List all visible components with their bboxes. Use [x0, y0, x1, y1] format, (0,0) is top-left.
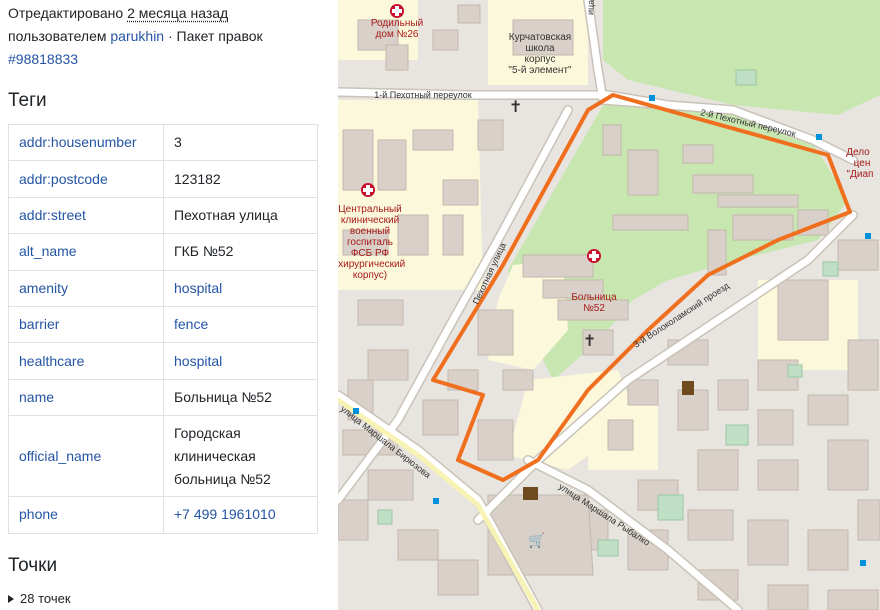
right-edge-label-2: цен [854, 158, 871, 169]
table-row: alt_name ГКБ №52 [8, 233, 318, 271]
police-icon [682, 381, 694, 395]
hospital-label-1: Больница [571, 292, 617, 303]
tag-key[interactable]: name [8, 378, 164, 417]
map-canvas[interactable]: ✝ ✝ 🛒 Родильный дом №26 Центральный клин… [338, 0, 880, 610]
school-label-4: "5-й элемент" [508, 65, 572, 76]
edit-meta: Отредактировано 2 месяца назад пользоват… [8, 2, 324, 71]
table-row: addr:housenumber 3 [8, 123, 318, 162]
mil-hospital-label-2: клинический [341, 215, 399, 226]
table-row: amenity hospital [8, 269, 318, 307]
sidebar: Отредактировано 2 месяца назад пользоват… [0, 0, 338, 610]
table-row: name Больница №52 [8, 378, 318, 417]
map-view[interactable]: ✝ ✝ 🛒 Родильный дом №26 Центральный клин… [338, 0, 880, 610]
changeset-prefix: Пакет правок [176, 28, 263, 44]
tag-value[interactable]: hospital [163, 269, 318, 307]
school-label-3: корпус [525, 54, 556, 65]
mil-hospital-label-3: военный [350, 226, 390, 237]
maternity-label-1: Родильный [371, 18, 423, 29]
table-row: healthcare hospital [8, 342, 318, 380]
by-prefix: пользователем [8, 28, 107, 44]
tags-table: addr:housenumber 3 addr:postcode 123182 … [8, 123, 318, 534]
user-link[interactable]: parukhin [110, 28, 164, 44]
lane1-label: 1-й Пехотный переулок [374, 90, 472, 100]
tag-key[interactable]: addr:street [8, 196, 164, 235]
maternity-label-2: дом №26 [376, 29, 419, 40]
disclosure-triangle-icon [8, 594, 14, 603]
tag-key[interactable]: alt_name [8, 233, 164, 271]
tag-value: Больница №52 [163, 378, 318, 417]
tag-key[interactable]: official_name [8, 415, 164, 498]
table-row: official_name Городская клиническая боль… [8, 415, 318, 498]
right-edge-label-3: "Диап [847, 169, 874, 180]
hospital-icon [587, 249, 601, 263]
nodes-heading: Точки [8, 555, 58, 576]
mil-hospital-label-7: корпус) [353, 270, 387, 281]
tag-value[interactable]: hospital [163, 342, 318, 380]
nodes-count: 28 точек [20, 591, 71, 606]
mil-hospital-label-4: госпиталь [347, 237, 393, 248]
church-icon: ✝ [509, 97, 522, 116]
tag-key[interactable]: addr:housenumber [8, 123, 164, 162]
table-row: addr:street Пехотная улица [8, 196, 318, 235]
nodes-toggle[interactable]: 28 точек [8, 591, 71, 606]
church-icon: ✝ [583, 331, 596, 350]
top-street-label: ица [585, 0, 596, 15]
tag-key[interactable]: addr:postcode [8, 160, 164, 198]
mil-hospital-label-1: Центральный [338, 204, 402, 215]
tag-key[interactable]: healthcare [8, 342, 164, 380]
tag-value: Пехотная улица [163, 196, 318, 235]
tag-key[interactable]: amenity [8, 269, 164, 307]
school-label-2: школа [525, 43, 555, 54]
right-edge-label-1: Дело [846, 147, 870, 158]
school-label-1: Курчатовская [509, 32, 571, 43]
tag-value[interactable]: +7 499 1961010 [163, 496, 318, 534]
table-row: barrier fence [8, 305, 318, 344]
tag-value: 123182 [163, 160, 318, 198]
mil-hospital-label-6: (хирургический [338, 259, 405, 270]
tag-key[interactable]: phone [8, 496, 164, 534]
edited-prefix: Отредактировано [8, 5, 124, 21]
separator: · [167, 28, 173, 44]
tag-value: Городская клиническая больница №52 [163, 415, 318, 498]
shop-icon: 🛒 [528, 532, 545, 549]
tag-key[interactable]: barrier [8, 305, 164, 344]
cinema-icon [523, 487, 538, 500]
hospital-icon [390, 4, 404, 18]
mil-hospital-label-5: ФСБ РФ [351, 248, 390, 259]
tag-value[interactable]: fence [163, 305, 318, 344]
hospital-label-2: №52 [583, 303, 605, 314]
edited-time[interactable]: 2 месяца назад [127, 5, 228, 21]
table-row: phone +7 499 1961010 [8, 496, 318, 534]
tag-value: 3 [163, 123, 318, 162]
changeset-link[interactable]: #98818833 [8, 51, 78, 67]
table-row: addr:postcode 123182 [8, 160, 318, 198]
hospital-icon [361, 183, 375, 197]
tag-value: ГКБ №52 [163, 233, 318, 271]
tags-heading: Теги [8, 90, 47, 111]
